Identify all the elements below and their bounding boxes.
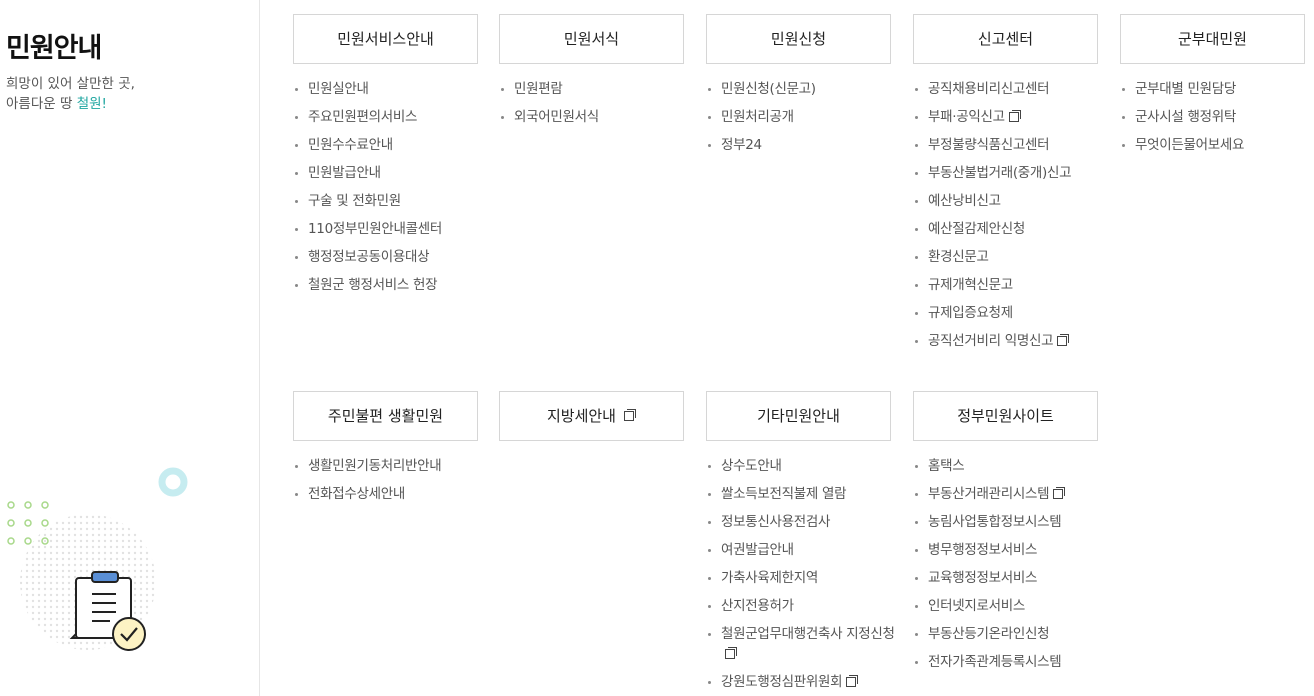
list-item[interactable]: 민원신청(신문고) (706, 79, 896, 99)
list-item[interactable]: 쌀소득보전직불제 열람 (706, 484, 896, 504)
tab-report-center[interactable]: 신고센터 (913, 14, 1098, 64)
list-item[interactable]: 민원실안내 (293, 79, 483, 99)
tab-minwon-apply[interactable]: 민원신청 (706, 14, 891, 64)
list-item[interactable]: 부동산등기온라인신청 (913, 624, 1103, 644)
list-item[interactable]: 인터넷지로서비스 (913, 596, 1103, 616)
tab-gov-sites[interactable]: 정부민원사이트 (913, 391, 1098, 441)
tab-minwon-form[interactable]: 민원서식 (499, 14, 684, 64)
list-item[interactable]: 여권발급안내 (706, 540, 896, 560)
list-item[interactable]: 교육행정정보서비스 (913, 568, 1103, 588)
sidebar: 민원안내 희망이 있어 살만한 곳, 아름다운 땅 철원! (0, 0, 260, 696)
list-item[interactable]: 외국어민원서식 (499, 107, 689, 127)
section-title: 민원서식 (563, 30, 620, 48)
external-link-icon (1057, 334, 1070, 346)
external-link-icon (846, 675, 859, 687)
list-item[interactable]: 공직선거비리 익명신고 (913, 331, 1103, 351)
list-item[interactable]: 110정부민원안내콜센터 (293, 219, 483, 239)
page-description: 희망이 있어 살만한 곳, 아름다운 땅 철원! (6, 74, 135, 114)
list-item-label: 강원도행정심판위원회 (721, 674, 843, 690)
list-item[interactable]: 철원군 행정서비스 헌장 (293, 275, 483, 295)
list-item[interactable]: 군부대별 민원담당 (1120, 79, 1310, 99)
list-item-label: 공직선거비리 익명신고 (928, 333, 1054, 349)
menu-list-minwon-service: 민원실안내 주요민원편의서비스 민원수수료안내 민원발급안내 구술 및 전화민원… (293, 79, 483, 303)
section-title: 지방세안내 (546, 407, 616, 425)
list-item[interactable]: 홈택스 (913, 456, 1103, 476)
menu-list-other-minwon: 상수도안내 쌀소득보전직불제 열람 정보통신사용전검사 여권발급안내 가축사육제… (706, 456, 896, 696)
list-item[interactable]: 행정정보공동이용대상 (293, 247, 483, 267)
list-item[interactable]: 군사시설 행정위탁 (1120, 107, 1310, 127)
menu-list-report-center: 공직채용비리신고센터 부패·공익신고 부정불량식품신고센터 부동산불법거래(중개… (913, 79, 1103, 359)
external-link-icon (1053, 487, 1066, 499)
list-item[interactable]: 생활민원기동처리반안내 (293, 456, 483, 476)
list-item[interactable]: 민원발급안내 (293, 163, 483, 183)
list-item[interactable]: 정보통신사용전검사 (706, 512, 896, 532)
list-item-label: 철원군업무대행건축사 지정신청 (721, 626, 895, 642)
list-item[interactable]: 민원편람 (499, 79, 689, 99)
tab-local-tax[interactable]: 지방세안내 (499, 391, 684, 441)
page-title: 민원안내 (6, 33, 102, 64)
section-title: 민원서비스안내 (337, 30, 434, 48)
list-item[interactable]: 규제개혁신문고 (913, 275, 1103, 295)
list-item[interactable]: 철원군업무대행건축사 지정신청 (706, 624, 896, 664)
list-item[interactable]: 전화접수상세안내 (293, 484, 483, 504)
menu-list-minwon-apply: 민원신청(신문고) 민원처리공개 정부24 (706, 79, 896, 163)
section-title: 주민불편 생활민원 (327, 407, 444, 425)
list-item-label: 부동산거래관리시스템 (928, 486, 1050, 502)
list-item[interactable]: 공직채용비리신고센터 (913, 79, 1103, 99)
list-item[interactable]: 전자가족관계등록시스템 (913, 652, 1103, 672)
section-title: 정부민원사이트 (957, 407, 1054, 425)
list-item[interactable]: 상수도안내 (706, 456, 896, 476)
list-item[interactable]: 민원수수료안내 (293, 135, 483, 155)
menu-list-minwon-form: 민원편람 외국어민원서식 (499, 79, 689, 135)
list-item[interactable]: 부동산거래관리시스템 (913, 484, 1103, 504)
desc-accent: 철원! (76, 96, 107, 112)
tab-minwon-service[interactable]: 민원서비스안내 (293, 14, 478, 64)
list-item[interactable]: 농림사업통합정보시스템 (913, 512, 1103, 532)
menu-list-living-minwon: 생활민원기동처리반안내 전화접수상세안내 (293, 456, 483, 512)
external-link-icon (725, 647, 737, 659)
section-title: 신고센터 (977, 30, 1034, 48)
tab-other-minwon[interactable]: 기타민원안내 (706, 391, 891, 441)
list-item[interactable]: 구술 및 전화민원 (293, 191, 483, 211)
tab-military-minwon[interactable]: 군부대민원 (1120, 14, 1305, 64)
section-title: 민원신청 (770, 30, 827, 48)
clipboard-illustration (7, 467, 188, 651)
list-item[interactable]: 강원도행정심판위원회 (706, 672, 896, 692)
menu-list-gov-sites: 홈택스 부동산거래관리시스템 농림사업통합정보시스템 병무행정정보서비스 교육행… (913, 456, 1103, 680)
tab-living-minwon[interactable]: 주민불편 생활민원 (293, 391, 478, 441)
list-item[interactable]: 부동산불법거래(중개)신고 (913, 163, 1103, 183)
list-item[interactable]: 주요민원편의서비스 (293, 107, 483, 127)
list-item[interactable]: 산지전용허가 (706, 596, 896, 616)
desc-line-1: 희망이 있어 살만한 곳, (6, 76, 135, 92)
list-item[interactable]: 예산낭비신고 (913, 191, 1103, 211)
list-item[interactable]: 규제입증요청제 (913, 303, 1103, 323)
list-item[interactable]: 무엇이든물어보세요 (1120, 135, 1310, 155)
list-item[interactable]: 병무행정정보서비스 (913, 540, 1103, 560)
list-item[interactable]: 예산절감제안신청 (913, 219, 1103, 239)
section-title: 군부대민원 (1177, 30, 1247, 48)
list-item[interactable]: 부정불량식품신고센터 (913, 135, 1103, 155)
list-item[interactable]: 가축사육제한지역 (706, 568, 896, 588)
external-link-icon (624, 409, 636, 421)
list-item-label: 부패·공익신고 (928, 109, 1005, 125)
list-item[interactable]: 환경신문고 (913, 247, 1103, 267)
list-item[interactable]: 부패·공익신고 (913, 107, 1103, 127)
external-link-icon (1008, 110, 1021, 122)
desc-line-2: 아름다운 땅 (6, 96, 77, 112)
list-item[interactable]: 민원처리공개 (706, 107, 896, 127)
list-item[interactable]: 정부24 (706, 135, 896, 155)
section-title: 기타민원안내 (757, 407, 840, 425)
menu-list-military-minwon: 군부대별 민원담당 군사시설 행정위탁 무엇이든물어보세요 (1120, 79, 1310, 163)
